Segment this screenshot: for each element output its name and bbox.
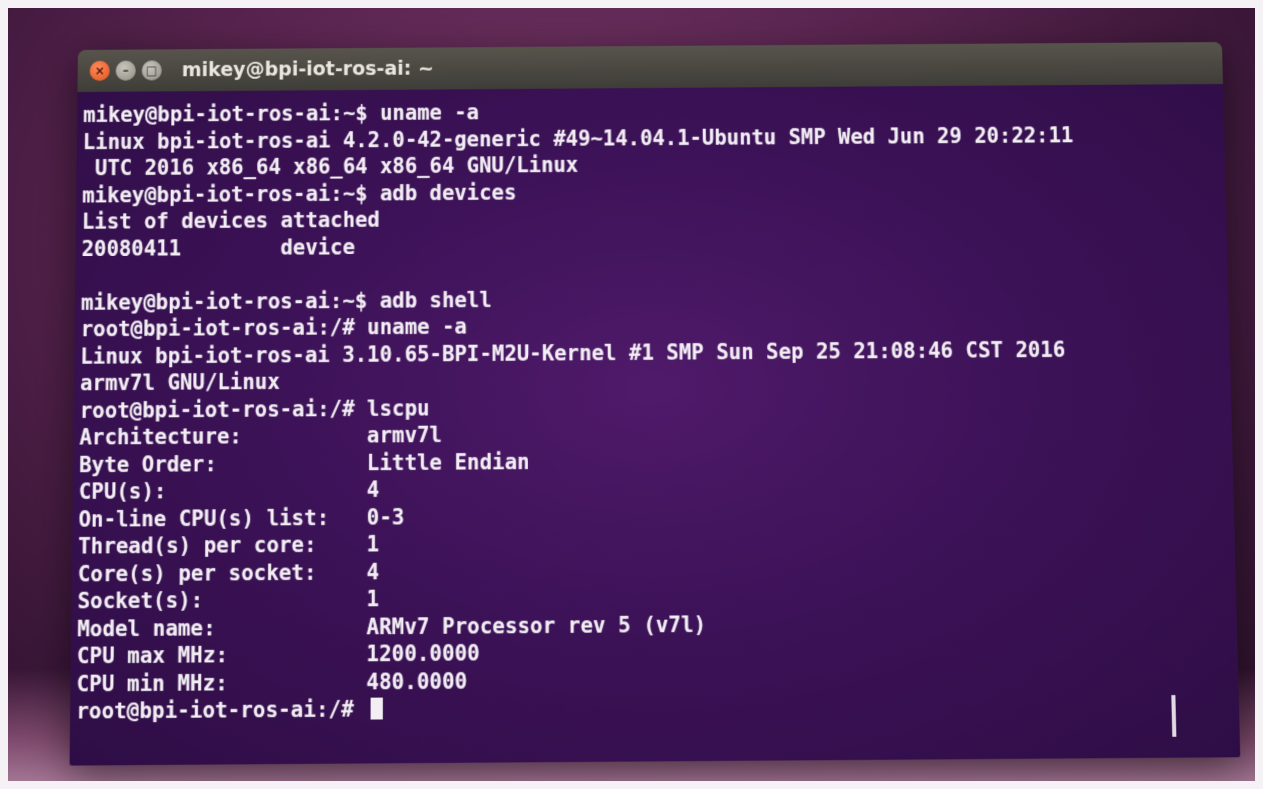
close-icon[interactable]: × — [89, 60, 110, 81]
text-cursor — [370, 697, 383, 720]
minimize-icon[interactable]: – — [115, 60, 136, 81]
maximize-icon[interactable]: □ — [141, 60, 162, 81]
terminal-window[interactable]: × – □ mikey@bpi-iot-ros-ai: ~ mikey@bpi-… — [69, 42, 1241, 766]
window-title: mikey@bpi-iot-ros-ai: ~ — [181, 57, 434, 82]
terminal-body[interactable]: mikey@bpi-iot-ros-ai:~$ uname -a Linux b… — [69, 84, 1241, 766]
terminal-prompt: root@bpi-iot-ros-ai:/# — [76, 696, 367, 724]
photo-background: × – □ mikey@bpi-iot-ros-ai: ~ mikey@bpi-… — [0, 0, 1263, 789]
